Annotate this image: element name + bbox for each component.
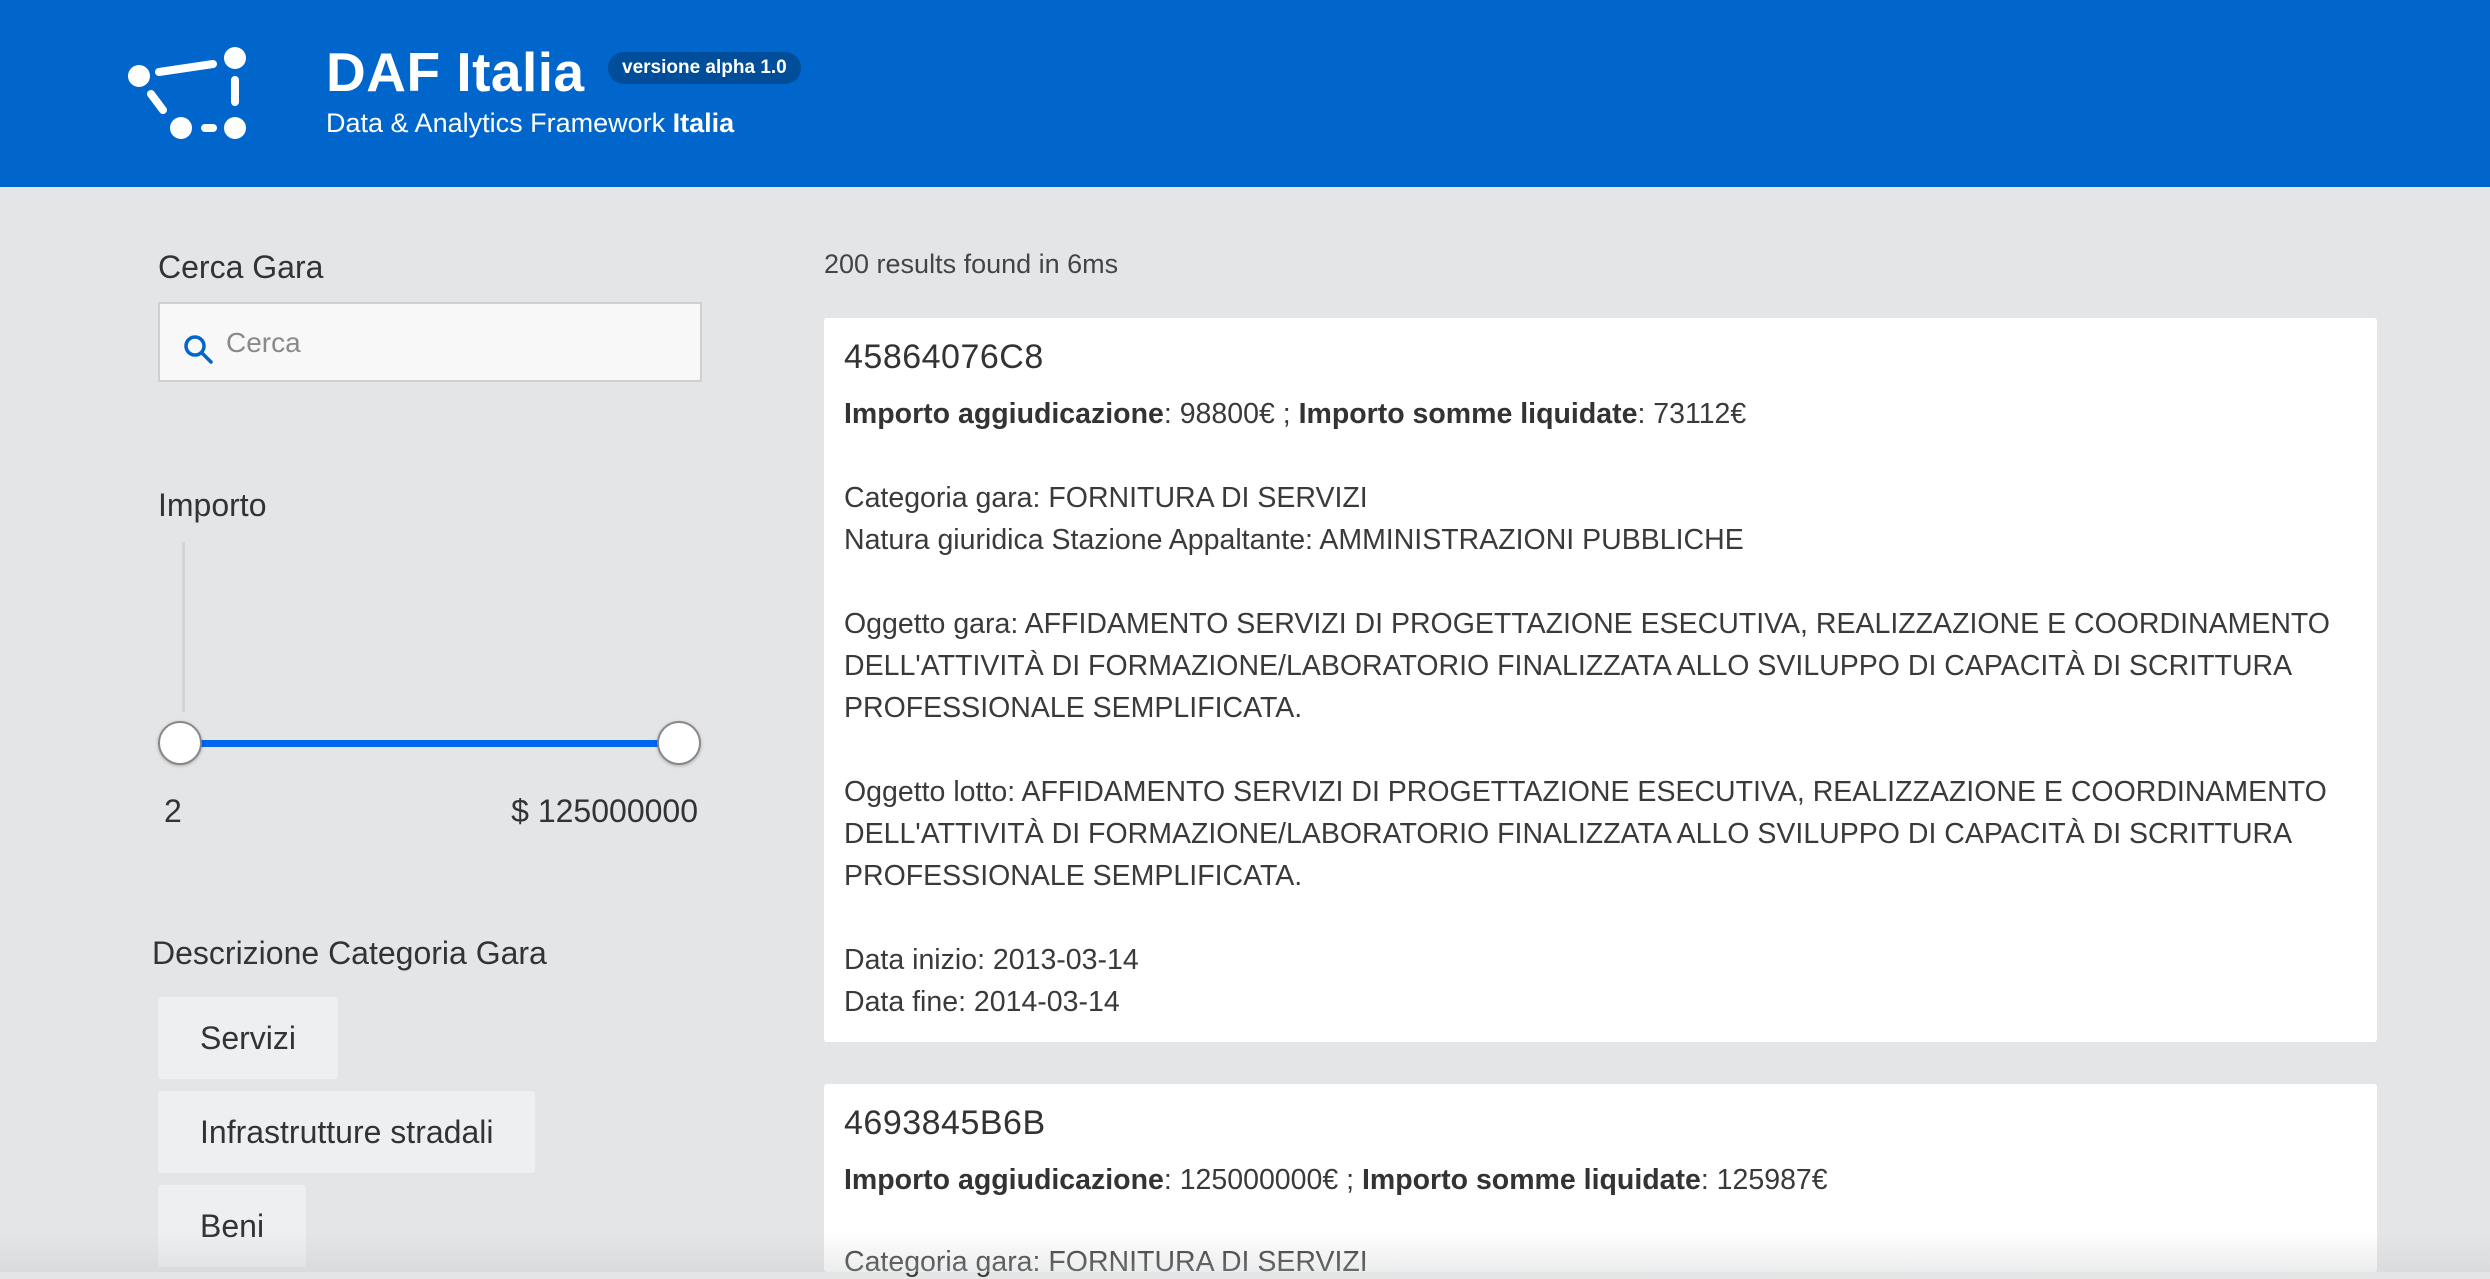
app-title[interactable]: DAF Italia — [326, 40, 585, 104]
app-subtitle-prefix: Data & Analytics Framework — [326, 108, 666, 138]
result-amounts: Importo aggiudicazione: 125000000€ ; Imp… — [844, 1164, 1828, 1197]
range-min-label: 2 — [164, 793, 182, 829]
importo-aggiudicazione-value: : 98800€ ; — [1163, 398, 1299, 430]
result-id: 4693845B6B — [844, 1104, 1046, 1142]
search-icon — [184, 335, 213, 364]
categoria-section-title: Descrizione Categoria Gara — [152, 935, 547, 971]
importo-aggiudicazione-label: Importo aggiudicazione — [844, 398, 1164, 430]
category-chip-servizi[interactable]: Servizi — [158, 997, 339, 1079]
result-card[interactable]: 4693845B6B Importo aggiudicazione: 12500… — [824, 1084, 2377, 1278]
search-input[interactable] — [224, 304, 688, 382]
importo-aggiudicazione-value: : 125000000€ ; — [1163, 1164, 1362, 1196]
range-slider-track[interactable] — [182, 740, 680, 747]
range-max-label: $ 125000000 — [511, 793, 698, 829]
result-categoria: Categoria gara: FORNITURA DI SERVIZI — [844, 1246, 1368, 1278]
result-oggetto-gara-line1: Oggetto gara: AFFIDAMENTO SERVIZI DI PRO… — [844, 608, 2330, 640]
importo-section-title: Importo — [158, 487, 267, 523]
result-data-inizio: Data inizio: 2013-03-14 — [844, 944, 1139, 976]
range-max-handle[interactable] — [657, 721, 701, 765]
result-oggetto-lotto-line1: Oggetto lotto: AFFIDAMENTO SERVIZI DI PR… — [844, 776, 2327, 808]
app-subtitle: Data & Analytics Framework Italia — [326, 108, 734, 139]
result-oggetto-lotto-line2: DELL'ATTIVITÀ DI FORMAZIONE/LABORATORIO … — [844, 818, 2293, 850]
importo-liquidate-label: Importo somme liquidate — [1298, 398, 1638, 430]
app-header: DAF Italia versione alpha 1.0 Data & Ana… — [0, 0, 2490, 187]
result-data-fine: Data fine: 2014-03-14 — [844, 986, 1120, 1018]
results-count: 200 results found in 6ms — [824, 249, 1119, 279]
category-chip-infrastrutture-stradali[interactable]: Infrastrutture stradali — [158, 1091, 536, 1173]
filter-sidebar: Cerca Gara Importo 2 $ 125000000 Descriz… — [0, 187, 780, 1272]
result-id: 45864076C8 — [844, 338, 1044, 376]
result-oggetto-lotto-line3: PROFESSIONALE SEMPLIFICATA. — [844, 860, 1303, 892]
result-categoria: Categoria gara: FORNITURA DI SERVIZI — [844, 482, 1368, 514]
result-card[interactable]: 45864076C8 Importo aggiudicazione: 98800… — [824, 318, 2377, 1042]
daf-logo-icon[interactable] — [125, 44, 255, 144]
result-oggetto-gara-line3: PROFESSIONALE SEMPLIFICATA. — [844, 692, 1303, 724]
category-chip-beni[interactable]: Beni — [158, 1185, 307, 1267]
importo-aggiudicazione-label: Importo aggiudicazione — [844, 1164, 1164, 1196]
search-box[interactable] — [158, 302, 702, 382]
importo-liquidate-value: : 73112€ — [1637, 398, 1747, 430]
search-section-title: Cerca Gara — [158, 249, 324, 285]
importo-liquidate-label: Importo somme liquidate — [1361, 1164, 1701, 1196]
result-oggetto-gara-line2: DELL'ATTIVITÀ DI FORMAZIONE/LABORATORIO … — [844, 650, 2293, 682]
app-subtitle-bold: Italia — [672, 108, 735, 138]
importo-liquidate-value: : 125987€ — [1700, 1164, 1828, 1196]
result-natura: Natura giuridica Stazione Appaltante: AM… — [844, 524, 1744, 556]
version-badge: versione alpha 1.0 — [608, 52, 801, 84]
range-min-handle[interactable] — [158, 721, 202, 765]
range-histogram-axis — [182, 542, 185, 712]
result-amounts: Importo aggiudicazione: 98800€ ; Importo… — [844, 398, 1746, 431]
